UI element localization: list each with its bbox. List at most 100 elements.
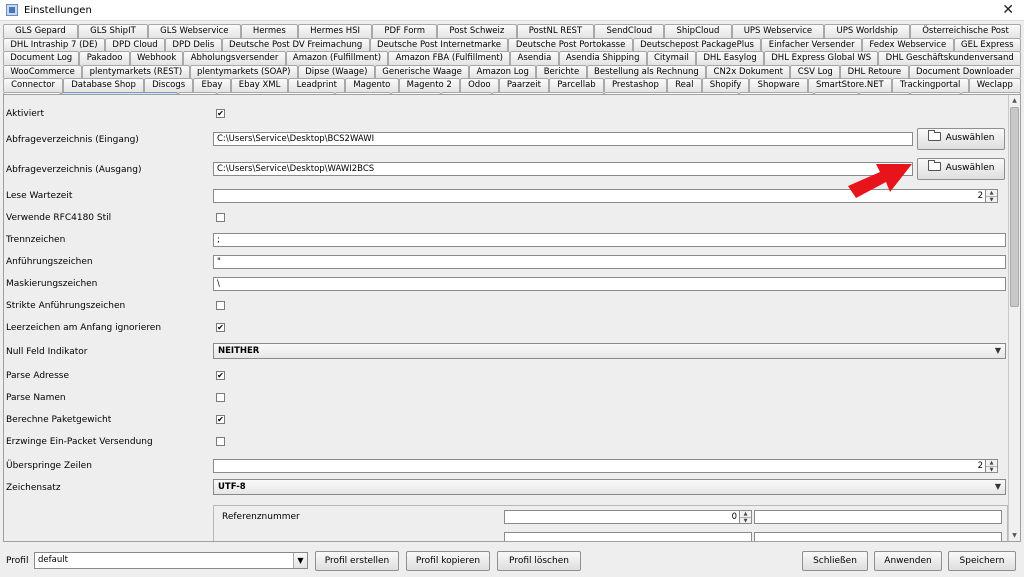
- tab-ebay-xml[interactable]: Ebay XML: [230, 78, 289, 92]
- tab-dpd-delis[interactable]: DPD Delis: [165, 37, 222, 51]
- chevron-down-icon[interactable]: ▼: [991, 344, 1005, 358]
- tab-connector[interactable]: Connector: [3, 78, 64, 92]
- tab-leadprint[interactable]: Leadprint: [288, 78, 346, 92]
- leerzeichen-checkbox[interactable]: ✔: [216, 323, 225, 332]
- tab-gls-webservice[interactable]: GLS Webservice: [147, 24, 241, 38]
- spinner-down-icon[interactable]: ▼: [986, 196, 997, 203]
- tab-shipcloud[interactable]: ShipCloud: [664, 24, 732, 38]
- tab-magento[interactable]: Magento: [345, 78, 399, 92]
- maskierungszeichen-field[interactable]: \: [213, 277, 1006, 291]
- profil-erstellen-button[interactable]: Profil erstellen: [315, 551, 399, 571]
- tab-plentymarkets-rest[interactable]: plentymarkets (REST): [82, 64, 190, 78]
- chevron-down-icon[interactable]: ▼: [293, 553, 307, 568]
- tab-hermes-hsi[interactable]: Hermes HSI: [297, 24, 373, 38]
- referenznummer-extra-field[interactable]: [754, 510, 1002, 524]
- tab-cn2x-dokument[interactable]: CN2x Dokument: [706, 64, 791, 78]
- spinner-down-icon[interactable]: ▼: [740, 517, 751, 524]
- tab-bestellung-als-rechnung[interactable]: Bestellung als Rechnung: [586, 64, 707, 78]
- tab-shopify[interactable]: Shopify: [701, 78, 750, 92]
- tab-csv-log[interactable]: CSV Log: [790, 64, 841, 78]
- tab-magento-2[interactable]: Magento 2: [398, 78, 460, 92]
- scroll-thumb[interactable]: [1010, 107, 1019, 307]
- tab-document-downloader[interactable]: Document Downloader: [908, 64, 1022, 78]
- strikte-checkbox[interactable]: [216, 301, 225, 310]
- tab-dhl-intraship-7-de[interactable]: DHL Intraship 7 (DE): [3, 37, 106, 51]
- spinner-arrows[interactable]: ▲ ▼: [739, 511, 751, 524]
- tab-einfacher-versender[interactable]: Einfacher Versender: [761, 37, 862, 51]
- tab-berichte[interactable]: Berichte: [536, 64, 587, 78]
- tab-plentymarkets-soap[interactable]: plentymarkets (SOAP): [189, 64, 298, 78]
- ein-packet-checkbox[interactable]: [216, 437, 225, 446]
- tab-amazon-log[interactable]: Amazon Log: [469, 64, 537, 78]
- schliessen-button[interactable]: Schließen: [802, 551, 868, 571]
- tab-weclapp[interactable]: Weclapp: [968, 78, 1021, 92]
- tab-deutschepost-packageplus[interactable]: Deutschepost PackagePlus: [632, 37, 762, 51]
- spinner-down-icon[interactable]: ▼: [986, 466, 997, 473]
- tab-dhl-geschäftskundenversand[interactable]: DHL Geschäftskundenversand: [878, 51, 1022, 65]
- tab-discogs[interactable]: Discogs: [144, 78, 194, 92]
- tab-deutsche-post-dv-freimachung[interactable]: Deutsche Post DV Freimachung: [221, 37, 370, 51]
- referenznummer-spinner[interactable]: 0 ▲ ▼: [504, 510, 752, 524]
- tab-postnl-rest[interactable]: PostNL REST: [516, 24, 595, 38]
- tab-gls-shipit[interactable]: GLS ShipIT: [77, 24, 148, 38]
- parse-namen-checkbox[interactable]: [216, 393, 225, 402]
- tab-database-shop[interactable]: Database Shop: [63, 78, 145, 92]
- profil-loeschen-button[interactable]: Profil löschen: [497, 551, 581, 571]
- tab-post-schweiz[interactable]: Post Schweiz: [437, 24, 517, 38]
- tab-dhl-easylog[interactable]: DHL Easylog: [696, 51, 765, 65]
- tab-real[interactable]: Real: [667, 78, 702, 92]
- profil-kopieren-button[interactable]: Profil kopieren: [406, 551, 490, 571]
- next-column-field[interactable]: [754, 532, 1002, 541]
- tab-odoo[interactable]: Odoo: [459, 78, 499, 92]
- tab-citymail[interactable]: Citymail: [646, 51, 697, 65]
- tab-deutsche-post-internetmarke[interactable]: Deutsche Post Internetmarke: [369, 37, 509, 51]
- parse-adresse-checkbox[interactable]: ✔: [216, 371, 225, 380]
- tab-amazon-fba-fulfillment[interactable]: Amazon FBA (Fulfillment): [388, 51, 511, 65]
- tab-smartstore-net[interactable]: SmartStore.NET: [807, 78, 892, 92]
- trennzeichen-field[interactable]: ;: [213, 233, 1006, 247]
- tab-gel-express[interactable]: GEL Express: [953, 37, 1021, 51]
- tab-ebay[interactable]: Ebay: [193, 78, 231, 92]
- tab-trackingportal[interactable]: Trackingportal: [891, 78, 969, 92]
- panel-scrollbar[interactable]: ▲ ▼: [1008, 95, 1020, 541]
- tab-fedex-webservice[interactable]: Fedex Webservice: [861, 37, 954, 51]
- ausgang-path-field[interactable]: C:\Users\Service\Desktop\WAWI2BCS: [213, 162, 913, 176]
- tab-hermes[interactable]: Hermes: [240, 24, 298, 38]
- spinner-arrows[interactable]: ▲ ▼: [985, 190, 997, 203]
- next-column-spinner[interactable]: [504, 532, 752, 541]
- tab-asendia-shipping[interactable]: Asendia Shipping: [558, 51, 647, 65]
- tab-österreichische-post[interactable]: Österreichische Post: [910, 24, 1021, 38]
- tab-abholungsversender[interactable]: Abholungsversender: [183, 51, 286, 65]
- tab-paarzeit[interactable]: Paarzeit: [498, 78, 550, 92]
- tab-pakadoo[interactable]: Pakadoo: [79, 51, 130, 65]
- ausgang-auswaehlen-button[interactable]: Auswählen: [917, 158, 1005, 180]
- tab-woocommerce[interactable]: WooCommerce: [3, 64, 83, 78]
- tab-dipse-waage[interactable]: Dipse (Waage): [297, 64, 375, 78]
- anwenden-button[interactable]: Anwenden: [874, 551, 942, 571]
- tab-pdf-form[interactable]: PDF Form: [372, 24, 438, 38]
- tab-ups-worldship[interactable]: UPS Worldship: [824, 24, 911, 38]
- chevron-down-icon[interactable]: ▼: [991, 480, 1005, 494]
- tab-parcellab[interactable]: Parcellab: [549, 78, 604, 92]
- spinner-arrows[interactable]: ▲ ▼: [985, 460, 997, 473]
- eingang-path-field[interactable]: C:\Users\Service\Desktop\BCS2WAWI: [213, 132, 913, 146]
- tab-deutsche-post-portokasse[interactable]: Deutsche Post Portokasse: [508, 37, 633, 51]
- null-feld-combo[interactable]: NEITHER ▼: [213, 343, 1006, 359]
- tab-shopware[interactable]: Shopware: [749, 78, 808, 92]
- tab-dhl-express-global-ws[interactable]: DHL Express Global WS: [764, 51, 879, 65]
- aktiviert-checkbox[interactable]: ✔: [216, 109, 225, 118]
- eingang-auswaehlen-button[interactable]: Auswählen: [917, 128, 1005, 150]
- tab-gls-gepard[interactable]: GLS Gepard: [3, 24, 78, 38]
- scroll-down-icon[interactable]: ▼: [1009, 530, 1020, 541]
- ueberspringe-spinner[interactable]: 2 ▲ ▼: [213, 459, 998, 473]
- tab-amazon-fulfillment[interactable]: Amazon (Fulfillment): [285, 51, 389, 65]
- tab-generische-waage[interactable]: Generische Waage: [374, 64, 470, 78]
- profil-combo[interactable]: default ▼: [34, 552, 308, 569]
- tab-prestashop[interactable]: Prestashop: [603, 78, 667, 92]
- close-icon[interactable]: ✕: [1002, 2, 1014, 18]
- paketgewicht-checkbox[interactable]: ✔: [216, 415, 225, 424]
- tab-dpd-cloud[interactable]: DPD Cloud: [105, 37, 166, 51]
- speichern-button[interactable]: Speichern: [948, 551, 1016, 571]
- rfc4180-checkbox[interactable]: [216, 213, 225, 222]
- scroll-up-icon[interactable]: ▲: [1009, 95, 1020, 106]
